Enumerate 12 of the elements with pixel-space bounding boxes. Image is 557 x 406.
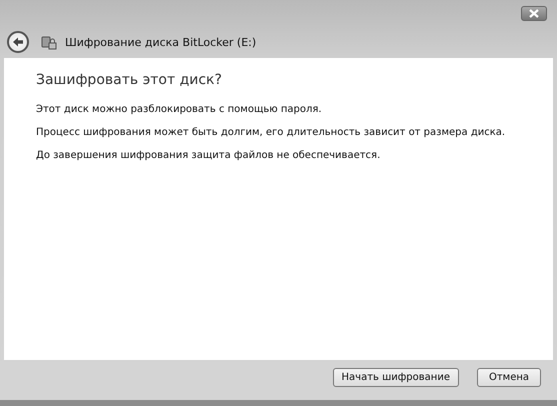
info-text: До завершения шифрования защита файлов не обеспечивается. (36, 150, 382, 161)
close-button[interactable] (521, 6, 547, 21)
page-heading: Зашифровать этот диск? (36, 72, 223, 88)
start-encryption-button[interactable]: Начать шифрование (332, 368, 459, 387)
info-text: Этот диск можно разблокировать с помощью пароля. (36, 104, 323, 115)
back-button[interactable] (7, 31, 29, 53)
back-arrow-icon (12, 36, 24, 48)
info-text: Процесс шифрования может быть долгим, его длительность зависит от размера диска. (36, 127, 506, 138)
drive-lock-icon (41, 34, 57, 50)
close-icon (529, 9, 539, 18)
cancel-button[interactable]: Отмена (477, 368, 541, 387)
window-title: Шифрование диска BitLocker (E:) (65, 36, 256, 48)
